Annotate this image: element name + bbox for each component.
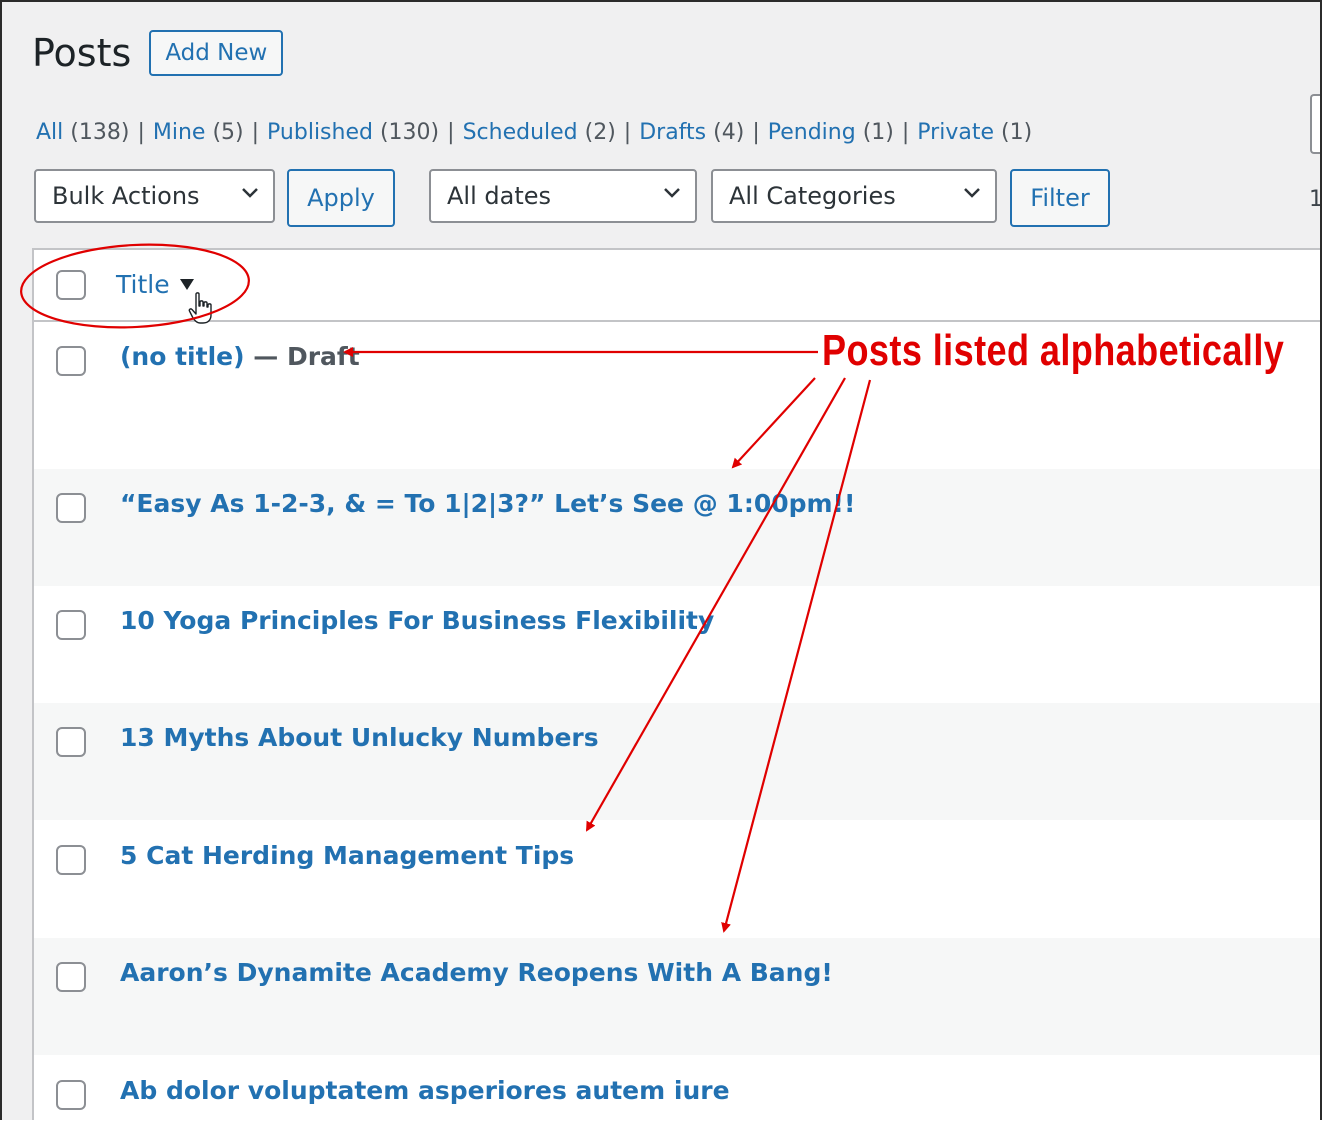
post-title-link[interactable]: Aaron’s Dynamite Academy Reopens With A …	[120, 958, 833, 987]
view-all-link[interactable]: All (138)	[36, 120, 129, 145]
page-title: Posts	[32, 31, 132, 75]
page-header: Posts Add New	[32, 30, 284, 76]
view-mine-link[interactable]: Mine (5)	[153, 120, 244, 145]
view-private-link[interactable]: Private (1)	[917, 120, 1032, 145]
separator: |	[752, 120, 760, 145]
table-row: 10 Yoga Principles For Business Flexibil…	[34, 586, 1320, 703]
annotation-callout: Posts listed alphabetically	[822, 326, 1285, 375]
row-checkbox[interactable]	[56, 727, 86, 757]
separator: |	[901, 120, 910, 145]
posts-table: Title (no title) — Draft “Easy As 1-2-3,…	[32, 248, 1320, 1120]
table-row: Ab dolor voluptatem asperiores autem iur…	[34, 1056, 1320, 1120]
post-state: — Draft	[244, 342, 360, 371]
post-title-link[interactable]: 13 Myths About Unlucky Numbers	[120, 723, 599, 752]
title-column-sort-link[interactable]: Title	[116, 270, 170, 299]
row-checkbox[interactable]	[56, 1080, 86, 1110]
row-checkbox[interactable]	[56, 845, 86, 875]
chevron-down-icon	[242, 188, 258, 198]
separator: |	[137, 120, 145, 145]
view-pending-link[interactable]: Pending (1)	[768, 120, 894, 145]
view-published-link[interactable]: Published (130)	[267, 120, 439, 145]
add-new-button[interactable]: Add New	[149, 30, 284, 76]
view-drafts-link[interactable]: Drafts (4)	[639, 120, 744, 145]
post-title-link[interactable]: 10 Yoga Principles For Business Flexibil…	[120, 606, 714, 635]
bulk-actions-label: Bulk Actions	[52, 182, 200, 210]
table-row: “Easy As 1-2-3, & = To 1|2|3?” Let’s See…	[34, 469, 1320, 586]
row-checkbox[interactable]	[56, 962, 86, 992]
app-frame: Posts Add New All (138) | Mine (5) | Publish…	[0, 0, 1322, 1120]
apply-label: Apply	[307, 184, 375, 212]
select-all-checkbox[interactable]	[56, 270, 86, 300]
pagination-count: 1	[1309, 187, 1322, 212]
separator: |	[623, 120, 632, 145]
row-checkbox[interactable]	[56, 610, 86, 640]
post-title: (no title) — Draft	[120, 342, 360, 371]
filter-label: Filter	[1030, 184, 1090, 212]
bulk-actions-select[interactable]: Bulk Actions	[34, 169, 275, 223]
categories-label: All Categories	[729, 182, 896, 210]
table-row: 5 Cat Herding Management Tips	[34, 821, 1320, 938]
chevron-down-icon	[964, 188, 980, 198]
row-checkbox[interactable]	[56, 346, 86, 376]
table-row: Aaron’s Dynamite Academy Reopens With A …	[34, 938, 1320, 1055]
post-title-link[interactable]: (no title)	[120, 342, 245, 371]
categories-select[interactable]: All Categories	[711, 169, 997, 223]
post-title-link[interactable]: Ab dolor voluptatem asperiores autem iur…	[120, 1076, 730, 1105]
post-title-link[interactable]: 5 Cat Herding Management Tips	[120, 841, 574, 870]
filter-button[interactable]: Filter	[1010, 169, 1110, 227]
table-row: 13 Myths About Unlucky Numbers	[34, 703, 1320, 820]
apply-button[interactable]: Apply	[287, 169, 395, 227]
separator: |	[447, 120, 455, 145]
screen-options-button[interactable]	[1310, 94, 1320, 154]
post-title-link[interactable]: “Easy As 1-2-3, & = To 1|2|3?” Let’s See…	[120, 489, 855, 518]
dates-select[interactable]: All dates	[429, 169, 697, 223]
hand-pointer-icon	[188, 292, 212, 324]
view-filter-links: All (138) | Mine (5) | Published (130) | Sched…	[36, 120, 1032, 145]
row-checkbox[interactable]	[56, 493, 86, 523]
view-scheduled-link[interactable]: Scheduled (2)	[463, 120, 616, 145]
separator: |	[251, 120, 260, 145]
chevron-down-icon	[664, 188, 680, 198]
table-header: Title	[34, 250, 1320, 324]
dates-label: All dates	[447, 182, 552, 210]
sort-desc-icon[interactable]	[180, 279, 194, 290]
